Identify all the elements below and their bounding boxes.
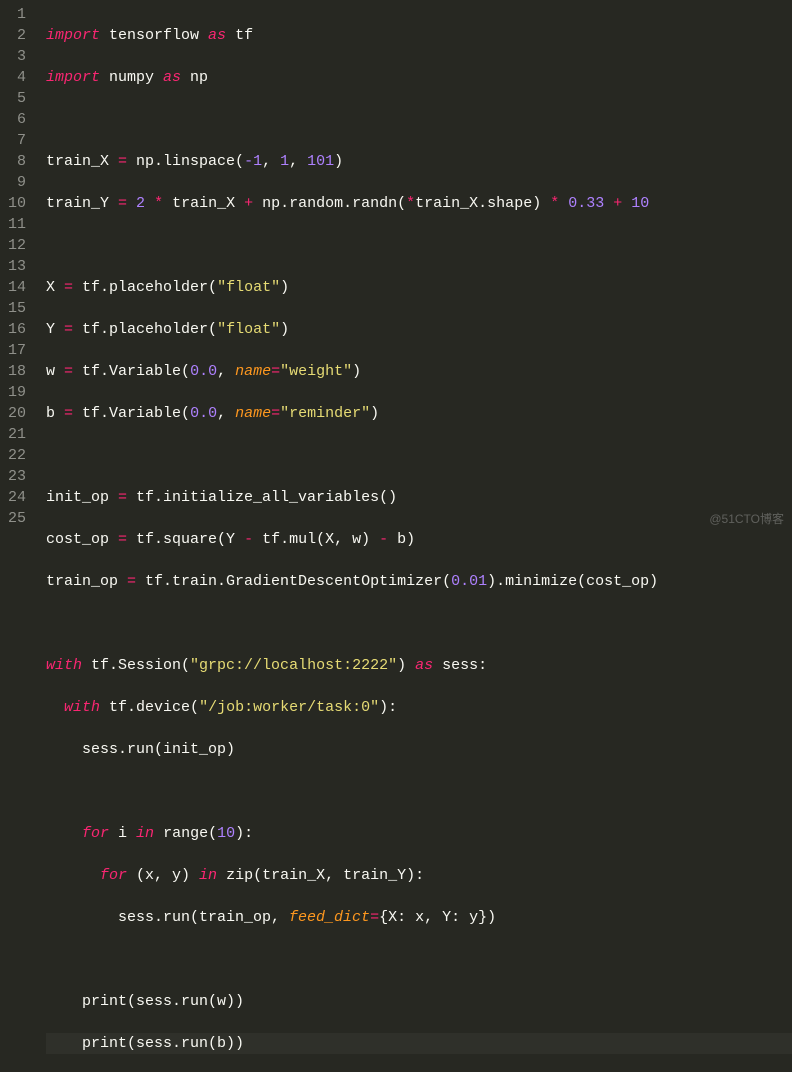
line-number: 8 (6, 151, 26, 172)
code-line[interactable]: with tf.Session("grpc://localhost:2222")… (46, 655, 792, 676)
code-line[interactable]: import tensorflow as tf (46, 25, 792, 46)
line-number: 25 (6, 508, 26, 529)
code-line[interactable]: with tf.device("/job:worker/task:0"): (46, 697, 792, 718)
code-line[interactable]: Y = tf.placeholder("float") (46, 319, 792, 340)
watermark-text: @51CTO博客 (709, 509, 784, 530)
line-number: 12 (6, 235, 26, 256)
code-line[interactable] (46, 949, 792, 970)
line-number: 21 (6, 424, 26, 445)
line-number: 7 (6, 130, 26, 151)
line-number: 16 (6, 319, 26, 340)
line-number: 18 (6, 361, 26, 382)
code-line[interactable]: train_X = np.linspace(-1, 1, 101) (46, 151, 792, 172)
line-number: 24 (6, 487, 26, 508)
code-line[interactable]: init_op = tf.initialize_all_variables() (46, 487, 792, 508)
line-number: 17 (6, 340, 26, 361)
line-number: 3 (6, 46, 26, 67)
code-line[interactable]: b = tf.Variable(0.0, name="reminder") (46, 403, 792, 424)
line-number: 9 (6, 172, 26, 193)
line-number: 1 (6, 4, 26, 25)
code-line[interactable]: for (x, y) in zip(train_X, train_Y): (46, 865, 792, 886)
line-number-gutter: 1 2 3 4 5 6 7 8 9 10 11 12 13 14 15 16 1… (0, 0, 34, 536)
line-number: 4 (6, 67, 26, 88)
code-line[interactable]: print(sess.run(w)) (46, 991, 792, 1012)
code-area[interactable]: import tensorflow as tf import numpy as … (34, 0, 792, 536)
line-number: 20 (6, 403, 26, 424)
code-line[interactable]: train_Y = 2 * train_X + np.random.randn(… (46, 193, 792, 214)
line-number: 13 (6, 256, 26, 277)
line-number: 6 (6, 109, 26, 130)
code-line[interactable]: print(sess.run(b)) (46, 1033, 792, 1054)
code-editor: 1 2 3 4 5 6 7 8 9 10 11 12 13 14 15 16 1… (0, 0, 792, 536)
line-number: 5 (6, 88, 26, 109)
code-line[interactable]: sess.run(train_op, feed_dict={X: x, Y: y… (46, 907, 792, 928)
line-number: 11 (6, 214, 26, 235)
line-number: 19 (6, 382, 26, 403)
line-number: 14 (6, 277, 26, 298)
code-line[interactable]: train_op = tf.train.GradientDescentOptim… (46, 571, 792, 592)
code-line[interactable] (46, 781, 792, 802)
code-line[interactable] (46, 613, 792, 634)
code-line[interactable] (46, 235, 792, 256)
code-line[interactable] (46, 445, 792, 466)
code-line[interactable]: import numpy as np (46, 67, 792, 88)
line-number: 10 (6, 193, 26, 214)
code-line[interactable]: for i in range(10): (46, 823, 792, 844)
code-line[interactable] (46, 109, 792, 130)
line-number: 22 (6, 445, 26, 466)
line-number: 2 (6, 25, 26, 46)
code-line[interactable]: w = tf.Variable(0.0, name="weight") (46, 361, 792, 382)
code-line[interactable]: sess.run(init_op) (46, 739, 792, 760)
code-line[interactable]: cost_op = tf.square(Y - tf.mul(X, w) - b… (46, 529, 792, 550)
code-line[interactable]: X = tf.placeholder("float") (46, 277, 792, 298)
line-number: 15 (6, 298, 26, 319)
line-number: 23 (6, 466, 26, 487)
